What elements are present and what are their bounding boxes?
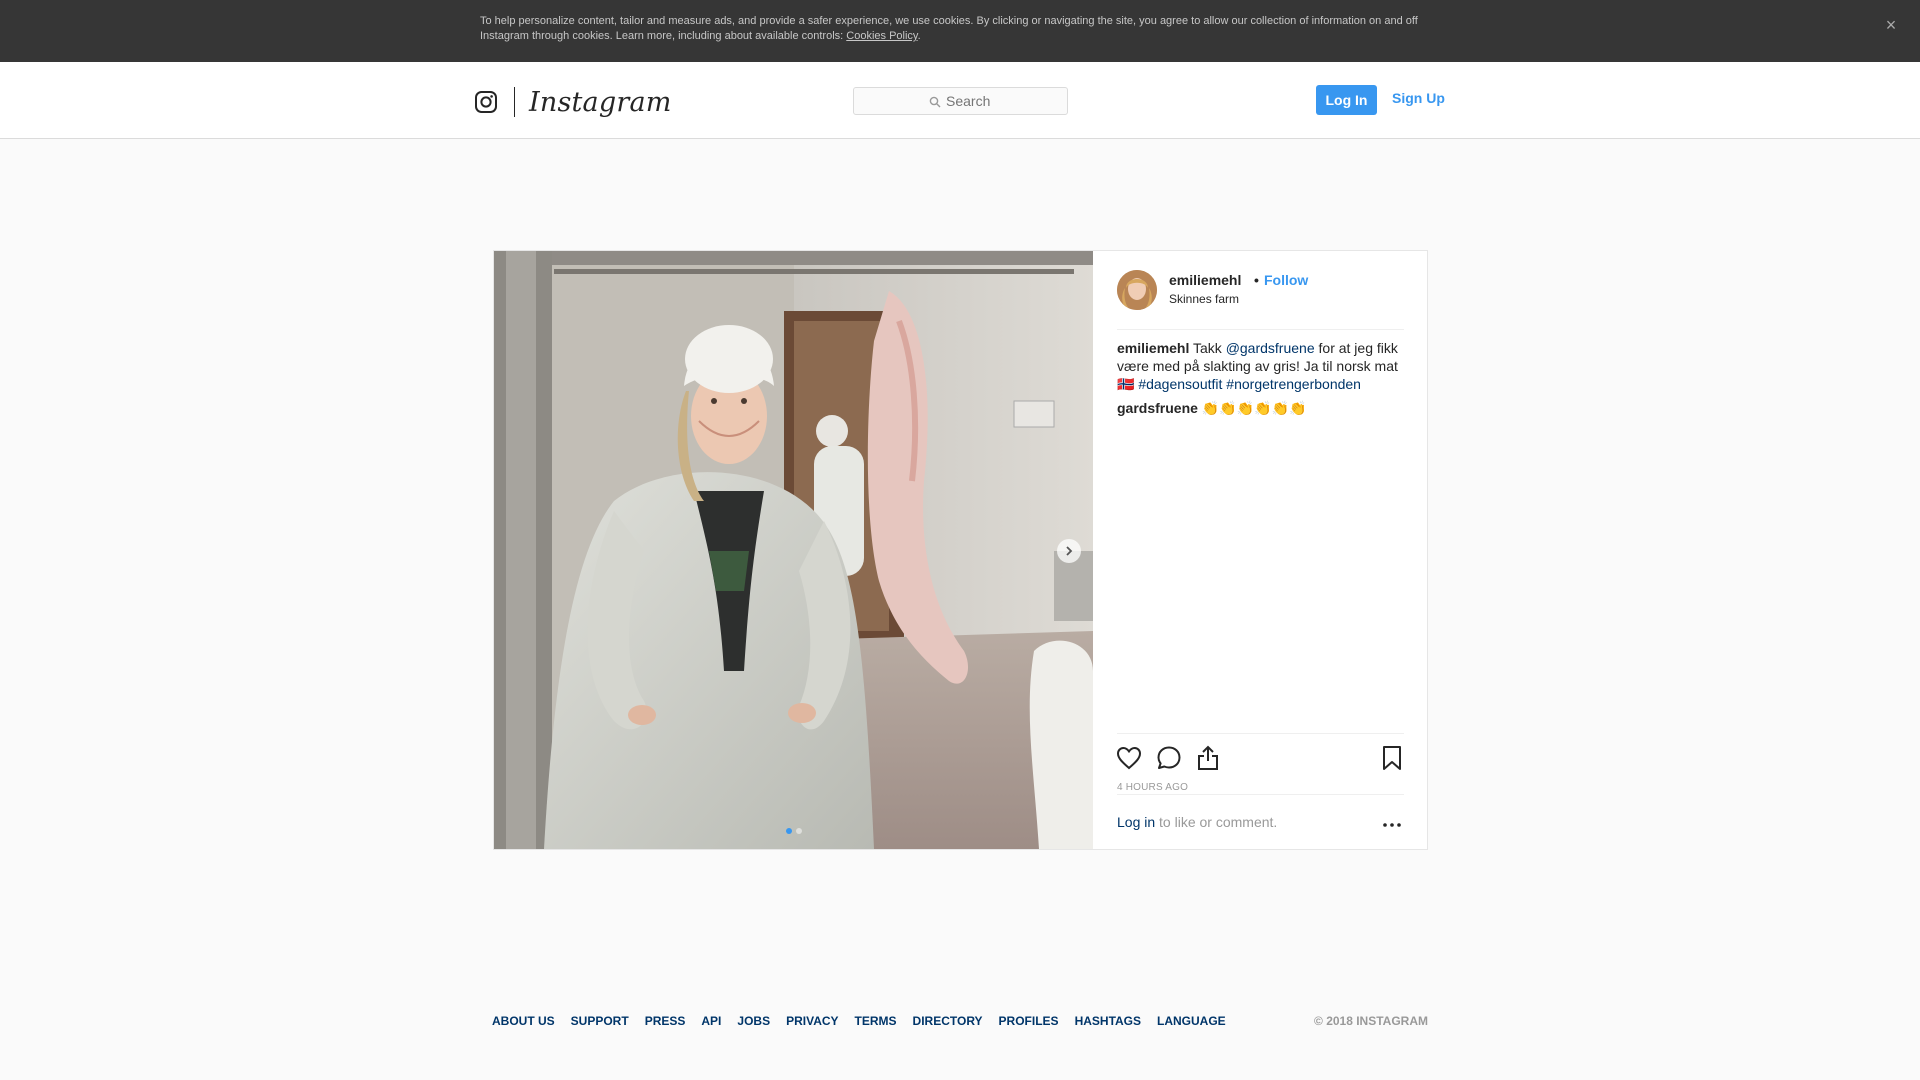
post-card: emiliemehl • Follow Skinnes farm emiliem… bbox=[493, 250, 1428, 850]
carousel-dot-active bbox=[786, 828, 792, 834]
post-sidebar: emiliemehl • Follow Skinnes farm emiliem… bbox=[1093, 251, 1427, 849]
comments-list: emiliemehl Takk @gardsfruene for at jeg … bbox=[1117, 339, 1407, 423]
hashtag-link[interactable]: #dagensoutfit bbox=[1138, 376, 1222, 392]
footer-link-profiles[interactable]: Profiles bbox=[999, 1014, 1059, 1028]
close-icon[interactable]: × bbox=[1880, 14, 1902, 36]
cookies-policy-link[interactable]: Cookies Policy bbox=[846, 30, 917, 42]
carousel-next-button[interactable] bbox=[1057, 539, 1081, 563]
comment-icon[interactable] bbox=[1155, 744, 1183, 772]
comment-username[interactable]: emiliemehl bbox=[1117, 340, 1189, 356]
logo-divider bbox=[514, 87, 515, 117]
footer-link-hashtags[interactable]: Hashtags bbox=[1075, 1014, 1141, 1028]
heart-icon[interactable] bbox=[1115, 744, 1143, 772]
logo-home-link[interactable]: Instagram bbox=[474, 86, 672, 118]
post-actions: 4 hours ago bbox=[1115, 733, 1406, 803]
search-input[interactable] bbox=[946, 93, 992, 109]
footer-link-directory[interactable]: Directory bbox=[913, 1014, 983, 1028]
share-icon[interactable] bbox=[1194, 744, 1222, 772]
reply-comment: gardsfruene 👏👏👏👏👏👏 bbox=[1117, 399, 1407, 417]
copyright: © 2018 Instagram bbox=[1314, 1014, 1428, 1028]
caption-comment: emiliemehl Takk @gardsfruene for at jeg … bbox=[1117, 339, 1407, 393]
separator-dot: • bbox=[1254, 272, 1259, 288]
footer-link-press[interactable]: Press bbox=[645, 1014, 686, 1028]
comment-login-prompt: Log in to like or comment. bbox=[1117, 794, 1404, 848]
post-location[interactable]: Skinnes farm bbox=[1169, 292, 1239, 306]
login-prompt-text: to like or comment. bbox=[1155, 814, 1278, 830]
mention-link[interactable]: @gardsfruene bbox=[1226, 340, 1315, 356]
login-link[interactable]: Log in bbox=[1117, 814, 1155, 830]
footer-nav: About us Support Press API Jobs Privacy … bbox=[492, 1014, 1226, 1028]
comment-text: Takk bbox=[1189, 340, 1226, 356]
carousel-dot bbox=[796, 828, 802, 834]
footer-link-support[interactable]: Support bbox=[571, 1014, 629, 1028]
follow-button[interactable]: Follow bbox=[1264, 272, 1308, 288]
avatar[interactable] bbox=[1117, 270, 1157, 310]
footer-link-terms[interactable]: Terms bbox=[855, 1014, 897, 1028]
post-photo[interactable] bbox=[494, 251, 1093, 849]
more-options-icon[interactable] bbox=[1380, 813, 1404, 837]
camera-logo-icon bbox=[474, 90, 498, 114]
post-username[interactable]: emiliemehl bbox=[1169, 272, 1241, 288]
flag-emoji: 🇳🇴 bbox=[1117, 376, 1135, 392]
footer-link-privacy[interactable]: Privacy bbox=[786, 1014, 838, 1028]
comment-username[interactable]: gardsfruene bbox=[1117, 400, 1198, 416]
login-prompt: Log in to like or comment. bbox=[1117, 814, 1277, 830]
footer: About us Support Press API Jobs Privacy … bbox=[492, 1014, 1428, 1030]
carousel-indicator bbox=[786, 828, 802, 834]
bookmark-icon[interactable] bbox=[1378, 744, 1406, 772]
search-icon bbox=[929, 95, 941, 108]
post-timestamp[interactable]: 4 hours ago bbox=[1117, 782, 1188, 793]
chevron-right-icon bbox=[1066, 546, 1073, 556]
search-box[interactable] bbox=[853, 87, 1068, 115]
footer-link-about[interactable]: About us bbox=[492, 1014, 555, 1028]
login-button[interactable]: Log In bbox=[1316, 85, 1377, 115]
cookie-notice-text: To help personalize content, tailor and … bbox=[480, 14, 1440, 44]
footer-link-jobs[interactable]: Jobs bbox=[737, 1014, 770, 1028]
footer-link-api[interactable]: API bbox=[701, 1014, 721, 1028]
post-header: emiliemehl • Follow Skinnes farm bbox=[1117, 270, 1404, 330]
cookie-banner: To help personalize content, tailor and … bbox=[0, 0, 1920, 62]
comment-text: 👏👏👏👏👏👏 bbox=[1197, 400, 1307, 416]
cookie-notice-body: To help personalize content, tailor and … bbox=[480, 15, 1418, 42]
signup-link[interactable]: Sign Up bbox=[1392, 90, 1445, 106]
footer-link-language[interactable]: Language bbox=[1157, 1014, 1226, 1028]
instagram-wordmark: Instagram bbox=[529, 86, 672, 118]
top-navbar: Instagram Log In Sign Up bbox=[0, 62, 1920, 139]
hashtag-link[interactable]: #norgetrengerbonden bbox=[1226, 376, 1361, 392]
cookie-notice-period: . bbox=[917, 30, 921, 42]
